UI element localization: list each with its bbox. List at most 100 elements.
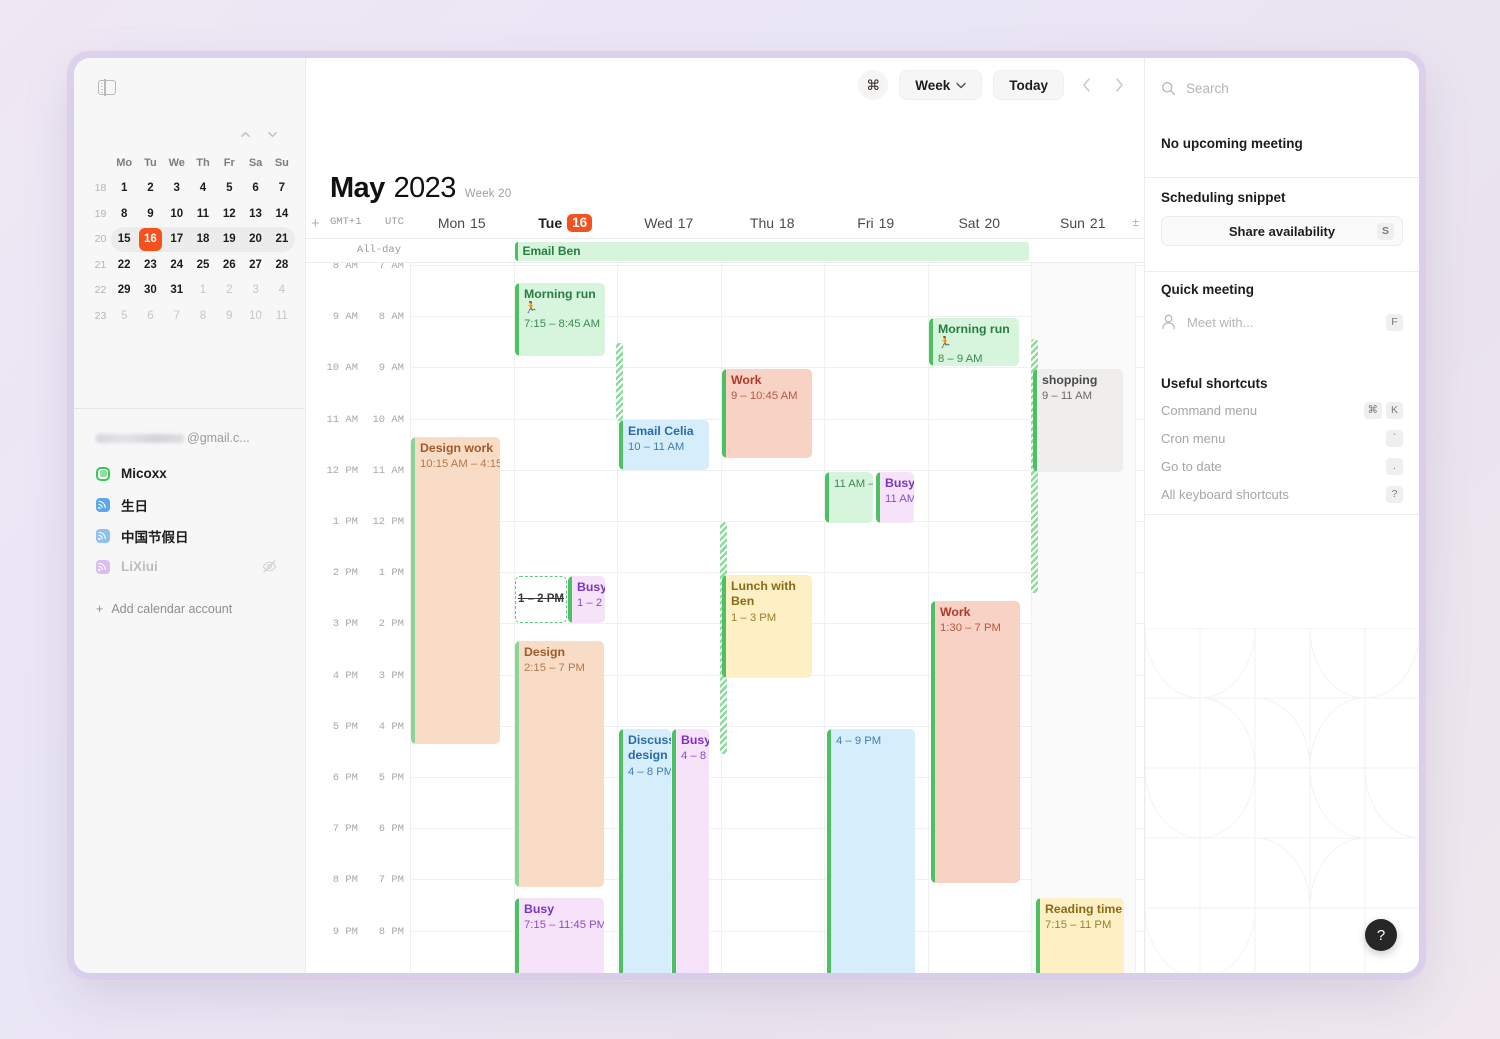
calendar-event-7[interactable]: Busy 11 AM bbox=[876, 472, 914, 523]
mini-cal-day[interactable]: 4 bbox=[190, 176, 216, 202]
search-input[interactable]: Search bbox=[1161, 74, 1403, 102]
mini-cal-day[interactable]: 3 bbox=[242, 278, 268, 304]
calendar-event-5[interactable]: shopping 9 – 11 AM bbox=[1033, 369, 1123, 472]
busy-stripe-0[interactable] bbox=[616, 343, 623, 421]
calendar-list-item-3[interactable]: LiXiui bbox=[96, 551, 291, 582]
chevron-down-icon[interactable] bbox=[266, 128, 279, 141]
shortcut-row-1[interactable]: Cron menu ` bbox=[1161, 425, 1403, 451]
calendar-event-0[interactable]: Morning run 🏃 7:15 – 8:45 AM bbox=[515, 283, 605, 356]
mini-cal-day[interactable]: 23 bbox=[137, 252, 163, 278]
view-switcher-button[interactable]: Week bbox=[899, 70, 983, 100]
sidebar-toggle-icon[interactable] bbox=[98, 79, 116, 96]
timezone-primary[interactable]: GMT+1 bbox=[330, 216, 362, 228]
mini-cal-day[interactable]: 17 bbox=[163, 226, 190, 252]
mini-cal-day[interactable]: 4 bbox=[269, 278, 295, 304]
calendar-event-12[interactable]: Work 1:30 – 7 PM bbox=[931, 601, 1020, 883]
mini-cal-day[interactable]: 5 bbox=[216, 176, 242, 202]
day-header-fri[interactable]: Fri 19 bbox=[824, 208, 928, 238]
mini-cal-day[interactable]: 20 bbox=[242, 226, 269, 252]
timezone-secondary[interactable]: UTC bbox=[385, 216, 404, 228]
mini-cal-day[interactable]: 12 bbox=[216, 201, 242, 227]
calendar-event-9[interactable]: Busy 1 – 2 P bbox=[568, 576, 605, 623]
calendar-list-item-1[interactable]: 生日 bbox=[96, 489, 291, 520]
next-week-button[interactable] bbox=[1108, 72, 1130, 98]
mini-cal-day[interactable]: 21 bbox=[268, 226, 295, 252]
calendar-event-17[interactable]: Reading time 7:15 – 11 PM bbox=[1036, 898, 1124, 973]
mini-cal-day[interactable]: 28 bbox=[269, 252, 295, 278]
mini-cal-day[interactable]: 15 bbox=[111, 226, 138, 252]
mini-cal-day[interactable]: 1 bbox=[111, 176, 137, 202]
add-timezone-button[interactable]: + bbox=[311, 215, 320, 232]
day-header-sat[interactable]: Sat 20 bbox=[928, 208, 1032, 238]
calendar-event-11[interactable]: Design 2:15 – 7 PM bbox=[515, 641, 604, 887]
day-header-sun[interactable]: Sun 21 bbox=[1031, 208, 1135, 238]
mini-cal-day[interactable]: 30 bbox=[137, 278, 163, 304]
day-header-wed[interactable]: Wed 17 bbox=[617, 208, 721, 238]
prev-week-button[interactable] bbox=[1075, 72, 1097, 98]
mini-cal-day[interactable]: 7 bbox=[269, 176, 295, 202]
mini-cal-day[interactable]: 10 bbox=[164, 201, 190, 227]
calendar-event-15[interactable]: 4 – 9 PM bbox=[827, 729, 915, 973]
calendar-event-6[interactable]: 11 AM – 12 bbox=[825, 472, 873, 523]
mini-cal-day[interactable]: 8 bbox=[190, 303, 216, 329]
event-time: 9 – 10:45 AM bbox=[731, 390, 798, 403]
mini-cal-day[interactable]: 3 bbox=[164, 176, 190, 202]
mini-cal-day[interactable]: 7 bbox=[164, 303, 190, 329]
mini-cal-day[interactable]: 5 bbox=[111, 303, 137, 329]
calendar-list-item-0[interactable]: Micoxx bbox=[96, 458, 291, 489]
calendar-event-8[interactable]: 1 – 2 PM bbox=[515, 576, 567, 623]
command-icon[interactable]: ⌘ bbox=[858, 70, 889, 100]
mini-cal-day[interactable]: 11 bbox=[190, 201, 216, 227]
mini-cal-day[interactable]: 16 bbox=[137, 226, 164, 252]
allday-event-0[interactable]: Email Ben bbox=[514, 241, 1029, 261]
day-header-thu[interactable]: Thu 18 bbox=[721, 208, 825, 238]
calendar-list-item-2[interactable]: 中国节假日 bbox=[96, 520, 291, 551]
calendar-event-2[interactable]: Email Celia 10 – 11 AM bbox=[619, 420, 709, 470]
mini-cal-day[interactable]: 19 bbox=[216, 226, 243, 252]
calendar-grid[interactable]: 8 AM 7 AM 9 AM 8 AM 10 AM 9 AM 11 AM 10 … bbox=[306, 263, 1144, 973]
mini-cal-day[interactable]: 14 bbox=[269, 201, 295, 227]
mini-cal-day[interactable]: 26 bbox=[216, 252, 242, 278]
chevron-up-icon[interactable] bbox=[239, 128, 252, 141]
day-header-mon[interactable]: Mon 15 bbox=[410, 208, 514, 238]
mini-cal-day[interactable]: 9 bbox=[137, 201, 163, 227]
mini-cal-day[interactable]: 10 bbox=[242, 303, 268, 329]
mini-cal-day[interactable]: 25 bbox=[190, 252, 216, 278]
divider-2 bbox=[1145, 271, 1419, 272]
mini-cal-day[interactable]: 11 bbox=[269, 303, 295, 329]
mini-cal-day[interactable]: 1 bbox=[190, 278, 216, 304]
day-header-tue[interactable]: Tue 16 bbox=[514, 208, 618, 238]
mini-cal-day[interactable]: 13 bbox=[242, 201, 268, 227]
mini-cal-day[interactable]: 31 bbox=[164, 278, 190, 304]
calendar-event-3[interactable]: Work 9 – 10:45 AM bbox=[722, 369, 812, 458]
calendar-event-13[interactable]: Discuss design 4 – 8 PM bbox=[619, 729, 671, 973]
mini-cal-day[interactable]: 6 bbox=[242, 176, 268, 202]
mini-cal-day[interactable]: 2 bbox=[137, 176, 163, 202]
mini-cal-day[interactable]: 27 bbox=[242, 252, 268, 278]
mini-cal-day[interactable]: 6 bbox=[137, 303, 163, 329]
mini-cal-day[interactable]: 29 bbox=[111, 278, 137, 304]
help-button[interactable]: ? bbox=[1365, 919, 1397, 951]
mini-cal-day[interactable]: 9 bbox=[216, 303, 242, 329]
mini-cal-day[interactable]: 2 bbox=[216, 278, 242, 304]
shortcut-row-0[interactable]: Command menu ⌘ K bbox=[1161, 397, 1403, 423]
mini-cal-day[interactable]: 22 bbox=[111, 252, 137, 278]
hour-label-primary: 11 AM bbox=[326, 413, 358, 426]
calendar-event-16[interactable]: Busy 7:15 – 11:45 PM bbox=[515, 898, 604, 973]
meet-with-input[interactable]: Meet with... F bbox=[1161, 309, 1403, 335]
shortcut-row-3[interactable]: All keyboard shortcuts ? bbox=[1161, 481, 1403, 507]
today-button[interactable]: Today bbox=[993, 70, 1064, 100]
calendar-event-10[interactable]: Lunch with Ben 1 – 3 PM bbox=[722, 575, 812, 678]
shortcut-row-2[interactable]: Go to date . bbox=[1161, 453, 1403, 479]
mini-cal-day[interactable]: 18 bbox=[189, 226, 217, 252]
calendar-event-14[interactable]: Busy 4 – 8 P bbox=[672, 729, 709, 973]
divider-3 bbox=[1145, 514, 1419, 515]
mini-cal-day[interactable]: 24 bbox=[164, 252, 190, 278]
add-calendar-account-button[interactable]: + Add calendar account bbox=[96, 602, 232, 616]
eye-off-icon[interactable] bbox=[262, 559, 277, 574]
share-availability-button[interactable]: Share availability S bbox=[1161, 216, 1403, 246]
mini-cal-day[interactable]: 8 bbox=[111, 201, 137, 227]
calendar-event-4[interactable]: Morning run 🏃 8 – 9 AM bbox=[929, 318, 1019, 366]
calendar-event-1[interactable]: Design work 10:15 AM – 4:15 P bbox=[411, 437, 500, 744]
person-icon bbox=[1162, 314, 1175, 330]
